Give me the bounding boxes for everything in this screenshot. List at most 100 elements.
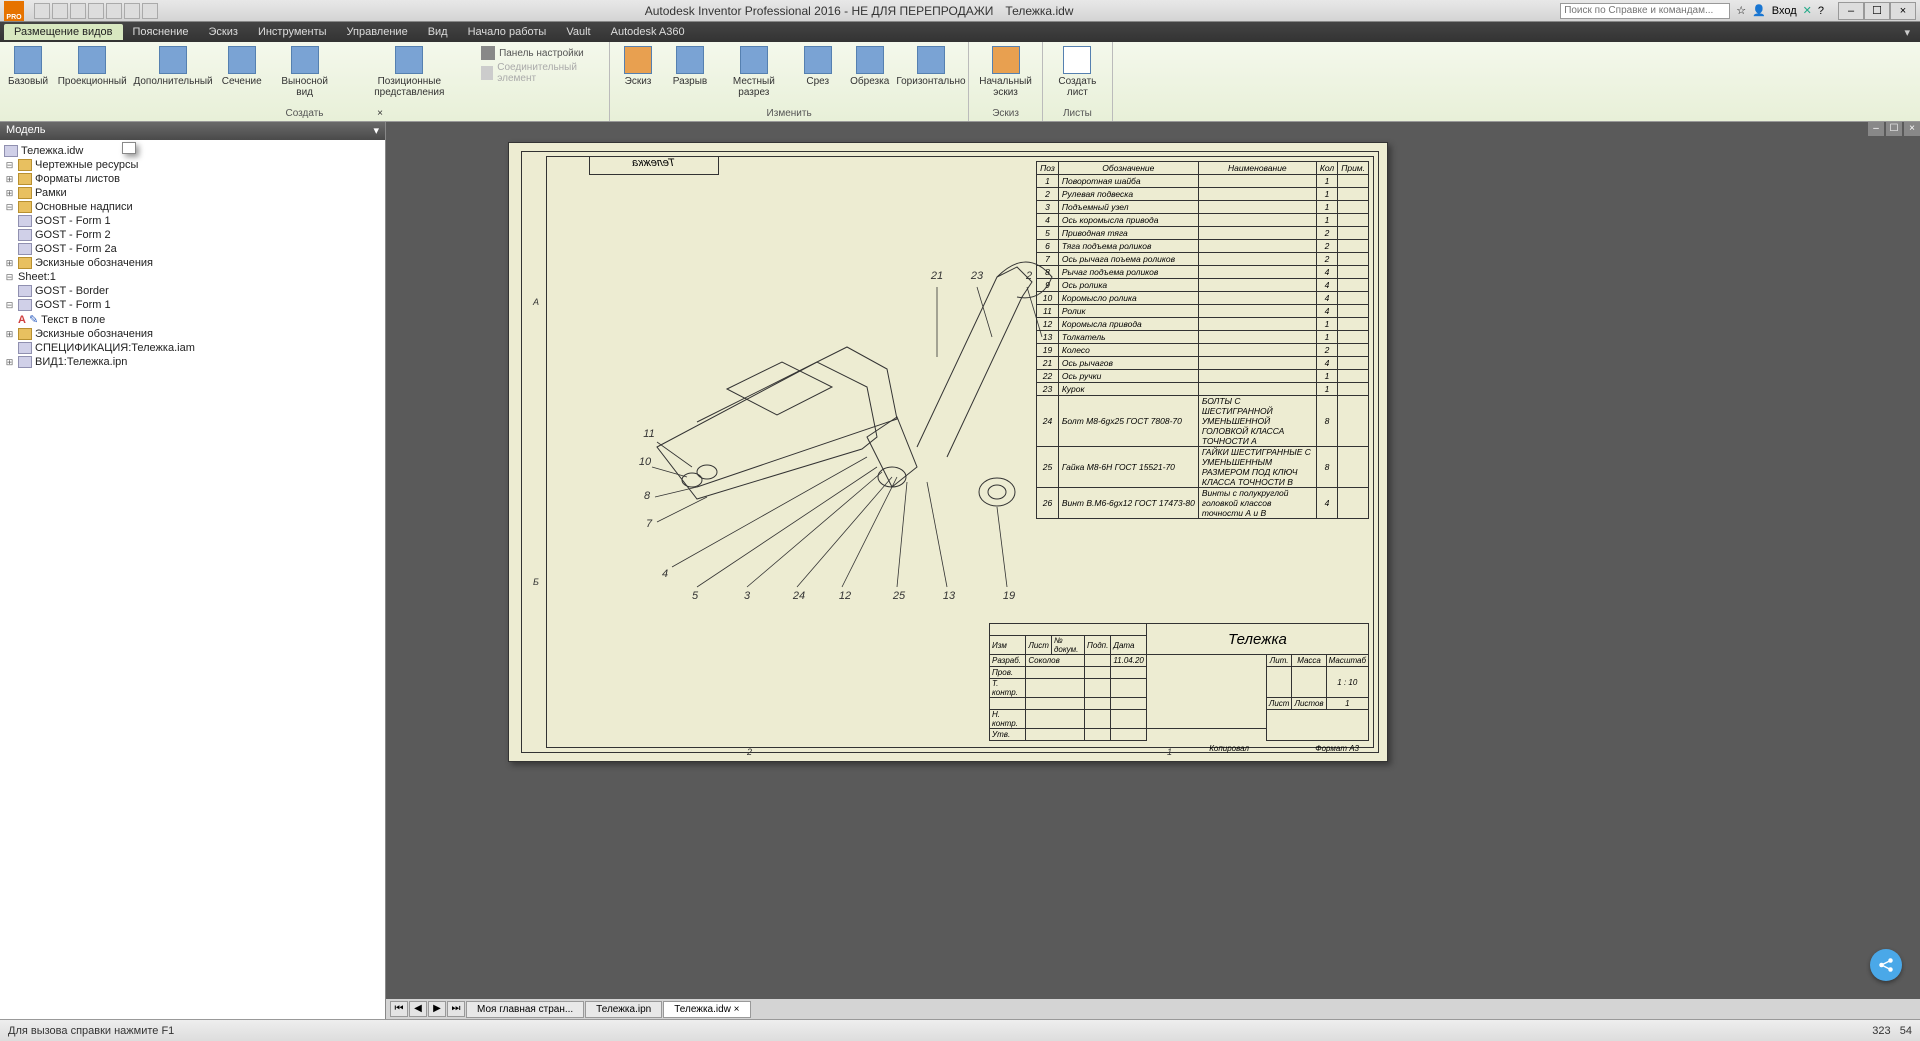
table-row[interactable]: 24Болт M8-6gx25 ГОСТ 7808-70БОЛТЫ С ШЕСТ…: [1037, 396, 1369, 447]
table-row[interactable]: 2Рулевая подвеска1: [1037, 188, 1369, 201]
drawing-view[interactable]: 21 23 2 11 10 8 7 4 5 3 24: [597, 187, 1077, 607]
table-row[interactable]: 19Колесо2: [1037, 344, 1369, 357]
nailboard-button[interactable]: Панель настройки: [481, 46, 603, 60]
svg-text:4: 4: [662, 568, 668, 580]
help-search-input[interactable]: [1560, 3, 1730, 19]
main-area: × Модель▾ Тележка.idw ⊟Чертежные ресурсы…: [0, 122, 1920, 1019]
table-row[interactable]: 23Курок1: [1037, 383, 1369, 396]
table-row[interactable]: 10Коромысло ролика4: [1037, 292, 1369, 305]
title-block[interactable]: Тележка ИзмЛист№ докум.Подп.Дата Разраб.…: [989, 623, 1369, 743]
tab-view[interactable]: Вид: [418, 24, 458, 40]
svg-text:12: 12: [839, 590, 851, 602]
share-button[interactable]: [1870, 949, 1902, 981]
maximize-button[interactable]: ☐: [1864, 2, 1890, 20]
table-row[interactable]: 25Гайка M8-6H ГОСТ 15521-70ГАЙКИ ШЕСТИГР…: [1037, 447, 1369, 488]
table-row[interactable]: 22Ось ручки1: [1037, 370, 1369, 383]
table-row[interactable]: 9Ось ролика4: [1037, 279, 1369, 292]
svg-text:2: 2: [1025, 270, 1032, 282]
qat-undo-icon[interactable]: [88, 3, 104, 19]
app-icon[interactable]: PRO: [4, 1, 24, 21]
horizontal-button[interactable]: Горизонтально: [900, 44, 963, 89]
table-row[interactable]: 7Ось рычага поъема роликов2: [1037, 253, 1369, 266]
tab-getstarted[interactable]: Начало работы: [458, 24, 557, 40]
auxiliary-view-button[interactable]: Дополнительный: [134, 44, 211, 89]
table-row[interactable]: 12Коромысла привода1: [1037, 318, 1369, 331]
status-help-text: Для вызова справки нажмите F1: [8, 1025, 174, 1037]
tab-ipn[interactable]: Тележка.ipn: [585, 1001, 662, 1018]
browser-close-icon[interactable]: ×: [377, 108, 383, 119]
table-row[interactable]: 5Приводная тяга2: [1037, 227, 1369, 240]
table-row[interactable]: 6Тяга подъема роликов2: [1037, 240, 1369, 253]
svg-text:3: 3: [744, 590, 751, 602]
canvas-close-icon[interactable]: ×: [1904, 122, 1920, 136]
table-row[interactable]: 26Винт В.М6-6gx12 ГОСТ 17473-80Винты с п…: [1037, 488, 1369, 519]
tab-next-icon[interactable]: ▶: [428, 1001, 446, 1017]
svg-text:13: 13: [943, 590, 956, 602]
model-tree[interactable]: Тележка.idw ⊟Чертежные ресурсы ⊞Форматы …: [0, 140, 385, 373]
folder-icon: [18, 187, 32, 199]
signin-label[interactable]: Вход: [1772, 5, 1797, 17]
table-row[interactable]: 4Ось коромысла привода1: [1037, 214, 1369, 227]
group-modify-label: Изменить: [616, 106, 962, 119]
tab-tools[interactable]: Инструменты: [248, 24, 337, 40]
table-row[interactable]: 21Ось рычагов4: [1037, 357, 1369, 370]
new-sheet-button[interactable]: Создать лист: [1049, 44, 1106, 100]
canvas-minimize-icon[interactable]: –: [1868, 122, 1884, 136]
view-icon: [18, 356, 32, 368]
signin-icon[interactable]: 👤: [1752, 4, 1766, 17]
titlebar: PRO Autodesk Inventor Professional 2016 …: [0, 0, 1920, 22]
star-icon[interactable]: ☆: [1736, 4, 1746, 17]
svg-text:7: 7: [646, 518, 653, 530]
base-view-button[interactable]: Базовый: [6, 44, 50, 89]
drawing-sheet[interactable]: Тележка А Б 2 1: [508, 142, 1388, 762]
overlay-view-button[interactable]: Позиционные представления: [346, 44, 473, 100]
model-browser: × Модель▾ Тележка.idw ⊟Чертежные ресурсы…: [0, 122, 386, 1019]
qat-print-icon[interactable]: [124, 3, 140, 19]
table-row[interactable]: 11Ролик4: [1037, 305, 1369, 318]
group-sketch-label: Эскиз: [975, 106, 1036, 119]
tab-first-icon[interactable]: ⏮: [390, 1001, 408, 1017]
qat-new-icon[interactable]: [34, 3, 50, 19]
folder-icon: [18, 328, 32, 340]
tab-vault[interactable]: Vault: [556, 24, 600, 40]
tab-a360[interactable]: Autodesk A360: [601, 24, 695, 40]
section-view-button[interactable]: Сечение: [220, 44, 264, 89]
qat-more-icon[interactable]: [142, 3, 158, 19]
drawing-canvas[interactable]: – ☐ × Тележка А Б 2 1: [386, 122, 1920, 1019]
canvas-maximize-icon[interactable]: ☐: [1886, 122, 1902, 136]
tab-annotate[interactable]: Пояснение: [123, 24, 199, 40]
connector-button: Соединительный элемент: [481, 62, 603, 84]
projected-view-button[interactable]: Проекционный: [58, 44, 126, 89]
help-icon[interactable]: ?: [1818, 5, 1824, 17]
start-sketch-button[interactable]: Начальный эскиз: [975, 44, 1036, 100]
slice-button[interactable]: Срез: [796, 44, 840, 89]
table-row[interactable]: 8Рычаг подъема роликов4: [1037, 266, 1369, 279]
tab-last-icon[interactable]: ⏭: [447, 1001, 465, 1017]
tab-prev-icon[interactable]: ◀: [409, 1001, 427, 1017]
tab-home[interactable]: Моя главная стран...: [466, 1001, 584, 1018]
detail-view-button[interactable]: Выносной вид: [272, 44, 338, 100]
close-button[interactable]: ×: [1890, 2, 1916, 20]
titleblock-icon: [18, 299, 32, 311]
qat-open-icon[interactable]: [52, 3, 68, 19]
parts-list-table[interactable]: Поз Обозначение Наименование Кол Прим. 1…: [1036, 161, 1369, 519]
titleblock-icon: [18, 229, 32, 241]
tab-place-views[interactable]: Размещение видов: [4, 24, 123, 40]
ribbon-help-icon[interactable]: ▾: [1898, 26, 1916, 39]
tab-sketch[interactable]: Эскиз: [199, 24, 248, 40]
crop-button[interactable]: Обрезка: [848, 44, 892, 89]
minimize-button[interactable]: –: [1838, 2, 1864, 20]
table-row[interactable]: 3Подъемный узел1: [1037, 201, 1369, 214]
qat-save-icon[interactable]: [70, 3, 86, 19]
tab-idw[interactable]: Тележка.idw ×: [663, 1001, 750, 1018]
qat-redo-icon[interactable]: [106, 3, 122, 19]
exchange-icon[interactable]: ✕: [1803, 4, 1812, 17]
sheet-border: Тележка А Б 2 1: [521, 151, 1379, 753]
draft-button[interactable]: Эскиз: [616, 44, 660, 89]
break-button[interactable]: Разрыв: [668, 44, 712, 89]
browser-dropdown-icon[interactable]: ▾: [373, 124, 379, 138]
tab-manage[interactable]: Управление: [337, 24, 418, 40]
breakout-button[interactable]: Местный разрез: [720, 44, 788, 100]
table-row[interactable]: 1Поворотная шайба1: [1037, 175, 1369, 188]
table-row[interactable]: 13Толкатель1: [1037, 331, 1369, 344]
